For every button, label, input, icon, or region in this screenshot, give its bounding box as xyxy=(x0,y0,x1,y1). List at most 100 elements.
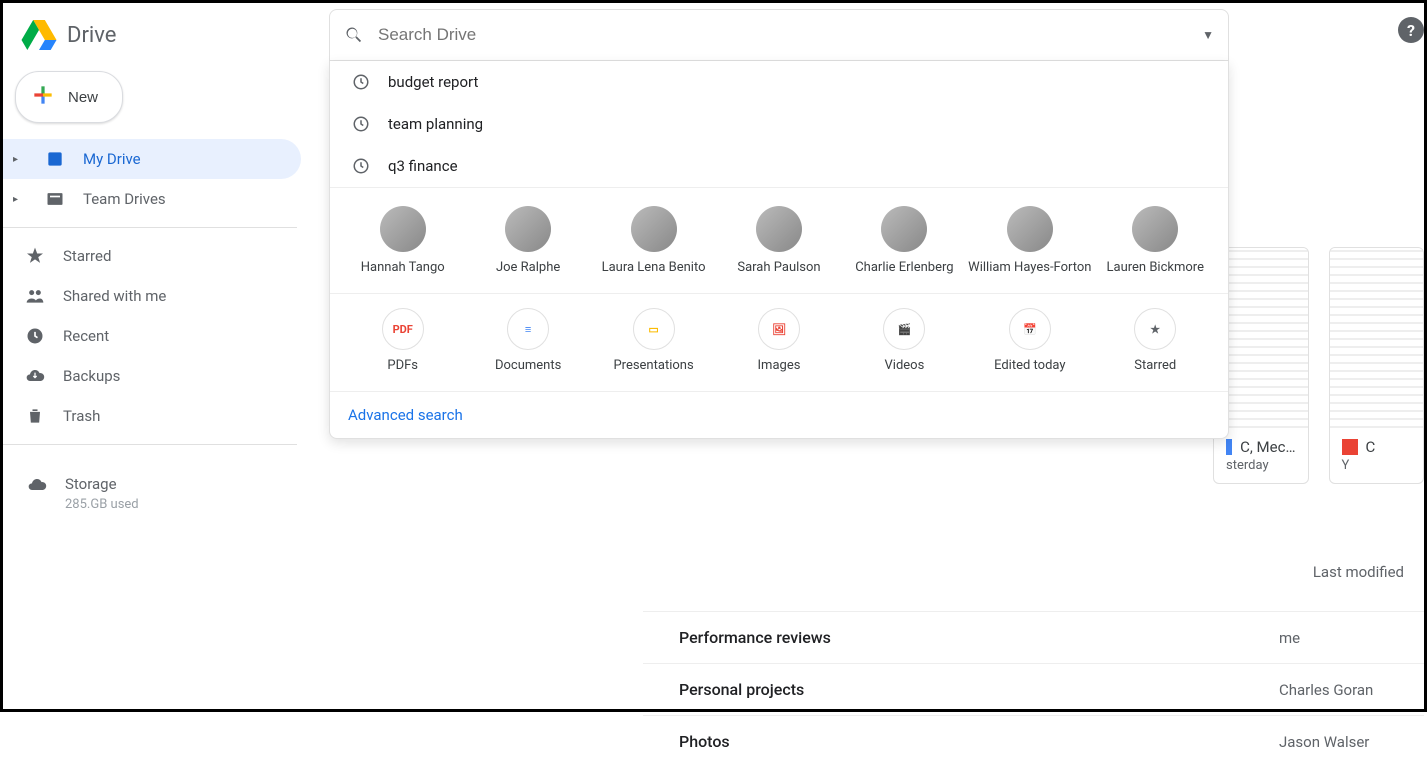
folder-row[interactable]: Personal projectsCharles Goran4:03 PM Ch… xyxy=(643,663,1424,715)
type-label: PDFs xyxy=(340,358,465,373)
recent-search-item[interactable]: budget report xyxy=(330,61,1228,103)
file-type-icon xyxy=(1342,439,1358,455)
type-label: Edited today xyxy=(967,358,1092,373)
sidebar-item-label: Starred xyxy=(63,247,111,265)
folder-row[interactable]: PhotosJason Walser3:10 PM Evan xyxy=(643,715,1424,767)
sidebar-item[interactable]: Shared with me xyxy=(3,276,301,316)
trash-icon xyxy=(25,406,45,426)
sidebar-item-label: Team Drives xyxy=(83,190,166,208)
search-type-chip[interactable]: 🎬 Videos xyxy=(842,308,967,373)
folder-name: Photos xyxy=(679,732,1279,751)
card-thumbnail xyxy=(1330,248,1424,428)
search-person[interactable]: Hannah Tango xyxy=(340,206,465,275)
file-type-icon xyxy=(1226,439,1232,455)
search-input[interactable] xyxy=(378,25,1188,45)
recent-search-item[interactable]: q3 finance xyxy=(330,145,1228,187)
person-name: Sarah Paulson xyxy=(716,260,841,275)
sidebar-item-label: Shared with me xyxy=(63,287,166,305)
sidebar-item[interactable]: Recent xyxy=(3,316,301,356)
sidebar-item[interactable]: Trash xyxy=(3,396,301,436)
search-options-caret[interactable]: ▼ xyxy=(1202,28,1214,42)
search-type-chip[interactable]: 📅 Edited today xyxy=(967,308,1092,373)
clock-icon xyxy=(25,326,45,346)
app-name: Drive xyxy=(67,23,116,48)
avatar xyxy=(1132,206,1178,252)
expand-icon[interactable]: ▸ xyxy=(13,154,27,165)
search-person[interactable]: Lauren Bickmore xyxy=(1093,206,1218,275)
type-icon: PDF xyxy=(382,308,424,350)
type-icon: 🎬 xyxy=(883,308,925,350)
search-type-chip[interactable]: ≡ Documents xyxy=(465,308,590,373)
search-type-chip[interactable]: 🖼Images xyxy=(716,308,841,373)
sidebar-item[interactable]: Backups xyxy=(3,356,301,396)
sidebar-tree-item[interactable]: ▸ Team Drives xyxy=(3,179,301,219)
folder-owner: Charles Goran xyxy=(1279,681,1427,699)
history-icon xyxy=(352,115,370,133)
column-last-modified[interactable]: Last modified xyxy=(1313,563,1404,581)
advanced-search-link[interactable]: Advanced search xyxy=(330,391,1228,438)
type-label: Starred xyxy=(1093,358,1218,373)
recent-search-label: budget report xyxy=(388,73,478,91)
card-subtitle: Y xyxy=(1342,458,1412,473)
search-bar[interactable]: ▼ xyxy=(329,9,1229,61)
search-person[interactable]: Joe Ralphe xyxy=(465,206,590,275)
help-icon[interactable]: ? xyxy=(1398,17,1424,43)
search-dropdown: budget report team planning q3 finance Han… xyxy=(329,61,1229,439)
star-icon xyxy=(25,246,45,266)
person-name: Joe Ralphe xyxy=(465,260,590,275)
type-label: Videos xyxy=(842,358,967,373)
sidebar-item[interactable]: Starred xyxy=(3,236,301,276)
quick-access-card[interactable]: CY xyxy=(1329,247,1425,484)
cloud-icon xyxy=(27,475,47,495)
type-label: Documents xyxy=(465,358,590,373)
folder-name: Personal projects xyxy=(679,680,1279,699)
search-type-chip[interactable]: PDF PDFs xyxy=(340,308,465,373)
folder-row[interactable]: Performance reviewsme4:15 PM me xyxy=(643,611,1424,663)
avatar xyxy=(1007,206,1053,252)
search-person[interactable]: Sarah Paulson xyxy=(716,206,841,275)
expand-icon[interactable]: ▸ xyxy=(13,194,27,205)
recent-search-label: q3 finance xyxy=(388,157,458,175)
recent-search-label: team planning xyxy=(388,115,483,133)
person-name: Charlie Erlenberg xyxy=(842,260,967,275)
drive-icon xyxy=(45,149,65,169)
avatar xyxy=(380,206,426,252)
person-name: Lauren Bickmore xyxy=(1093,260,1218,275)
people-icon xyxy=(25,286,45,306)
person-name: Hannah Tango xyxy=(340,260,465,275)
recent-search-item[interactable]: team planning xyxy=(330,103,1228,145)
app-logo[interactable]: Drive xyxy=(19,15,329,55)
person-name: William Hayes-Forton xyxy=(967,260,1092,275)
type-label: Presentations xyxy=(591,358,716,373)
type-icon: 📅 xyxy=(1009,308,1051,350)
folder-owner: me xyxy=(1279,629,1427,647)
storage-label: Storage xyxy=(65,475,139,493)
search-person[interactable]: Laura Lena Benito xyxy=(591,206,716,275)
drive-logo-icon xyxy=(19,15,59,55)
search-type-chip[interactable]: ▭ Presentations xyxy=(591,308,716,373)
folder-owner: Jason Walser xyxy=(1279,733,1427,751)
search-person[interactable]: William Hayes-Forton xyxy=(967,206,1092,275)
plus-icon xyxy=(30,82,56,112)
person-name: Laura Lena Benito xyxy=(591,260,716,275)
new-button-label: New xyxy=(68,89,98,106)
avatar xyxy=(756,206,802,252)
avatar xyxy=(631,206,677,252)
sidebar-item-label: Recent xyxy=(63,327,109,345)
type-icon: ▭ xyxy=(633,308,675,350)
search-icon xyxy=(344,25,364,45)
search-type-chip[interactable]: ★Starred xyxy=(1093,308,1218,373)
search-person[interactable]: Charlie Erlenberg xyxy=(842,206,967,275)
divider xyxy=(3,227,297,228)
card-title: C, Mec… xyxy=(1240,438,1295,456)
folder-name: Performance reviews xyxy=(679,628,1279,647)
type-icon: 🖼 xyxy=(758,308,800,350)
sidebar-item-label: Trash xyxy=(63,407,100,425)
sidebar-tree-item[interactable]: ▸My Drive xyxy=(3,139,301,179)
storage-info[interactable]: Storage 285.GB used xyxy=(3,453,313,534)
type-icon: ≡ xyxy=(507,308,549,350)
avatar xyxy=(881,206,927,252)
avatar xyxy=(505,206,551,252)
card-title: C xyxy=(1366,438,1376,456)
new-button[interactable]: New xyxy=(15,71,123,123)
